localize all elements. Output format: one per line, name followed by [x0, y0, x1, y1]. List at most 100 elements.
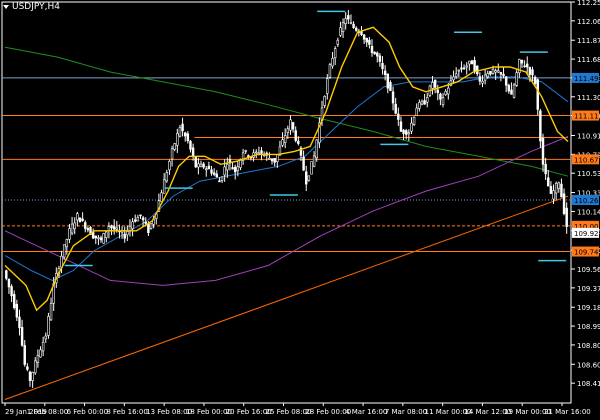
candle-body: [441, 97, 445, 105]
candle-body: [512, 84, 516, 98]
candle-body: [136, 217, 140, 222]
level-price-label: 110.260: [574, 197, 600, 205]
candle-body: [39, 349, 42, 358]
candle-body: [315, 139, 318, 159]
candle-body: [233, 166, 237, 173]
candle-body: [397, 113, 400, 120]
current-price-label: 109.929: [574, 230, 600, 238]
candle-body: [162, 179, 166, 194]
candle-body: [394, 103, 397, 114]
x-tick-label: 21 Mar 16:00: [544, 408, 591, 416]
y-tick-label: 112.255: [577, 0, 600, 7]
y-tick-label: 110.530: [577, 170, 600, 178]
candle-body: [202, 163, 205, 168]
candle-body: [539, 110, 542, 142]
y-tick-label: 111.680: [577, 56, 600, 64]
candle-body: [273, 158, 276, 163]
candle-body: [23, 345, 26, 365]
candle-body: [386, 73, 390, 89]
y-tick-label: 112.065: [577, 18, 600, 26]
candle-body: [15, 303, 19, 318]
candle-body: [255, 151, 258, 154]
candle-body: [199, 163, 203, 167]
candle-body: [420, 100, 424, 105]
candle-body: [126, 231, 129, 236]
symbol-title[interactable]: USDJPY,H4: [3, 2, 60, 12]
candle-body: [68, 228, 71, 240]
candle-body: [483, 74, 487, 81]
candle-body: [439, 93, 442, 100]
ma-fast-line: [4, 26, 569, 312]
chart-window[interactable]: 112.255 112.065 111.870 111.680 111.490 111.3…: [0, 0, 600, 420]
y-tick-label: 111.870: [577, 37, 600, 45]
y-tick-label: 109.180: [577, 304, 600, 312]
candle-body: [105, 231, 108, 238]
candle-body: [281, 139, 284, 146]
candle-body: [333, 48, 337, 59]
y-tick-label: 108.605: [577, 361, 600, 369]
dropdown-triangle-icon[interactable]: [3, 5, 9, 9]
candle-body: [520, 59, 524, 64]
level-price-label: 110.670: [574, 156, 600, 164]
symbol-label: USDJPY,H4: [12, 2, 60, 12]
candle-body: [10, 286, 13, 297]
candle-body: [426, 97, 429, 103]
candle-body: [399, 121, 403, 132]
x-tick-label: 6 Feb 00:00: [67, 408, 108, 416]
candle-body: [462, 67, 466, 70]
candle-body: [215, 173, 219, 178]
candle-body: [131, 221, 134, 229]
candle-body: [415, 107, 418, 116]
candle-body: [378, 55, 382, 62]
candle-body: [407, 132, 411, 135]
trend-line[interactable]: [4, 195, 569, 400]
candle-body: [276, 154, 279, 162]
candle-body: [62, 244, 66, 258]
candle-body: [373, 51, 376, 55]
candle-body: [41, 341, 45, 352]
candle-body: [331, 58, 334, 67]
candle-body: [376, 52, 379, 57]
candle-body: [18, 316, 21, 329]
ma-slow-line: [4, 76, 569, 281]
candle-body: [447, 87, 450, 95]
candle-body: [176, 133, 179, 146]
candle-body: [349, 21, 353, 24]
candle-body: [494, 70, 497, 73]
candle-body: [286, 128, 290, 133]
price-chart[interactable]: 112.255 112.065 111.870 111.680 111.490 111.3…: [0, 0, 600, 420]
candle-body: [365, 37, 368, 43]
candle-body: [197, 163, 200, 168]
candle-body: [468, 60, 471, 65]
candle-body: [78, 217, 82, 223]
candle-body: [454, 73, 458, 77]
candle-body: [47, 316, 50, 336]
candle-body: [444, 91, 447, 95]
candle-body: [94, 235, 97, 239]
candle-body: [310, 161, 313, 175]
candle-body: [478, 76, 482, 82]
candle-body: [410, 122, 413, 132]
candle-body: [557, 182, 561, 189]
candle-body: [289, 119, 292, 131]
candle-body: [186, 133, 190, 142]
candle-body: [383, 70, 387, 76]
candle-body: [452, 76, 455, 81]
candle-body: [491, 68, 495, 74]
candle-body: [102, 233, 105, 244]
candle-body: [170, 148, 174, 160]
level-price-label: 111.111: [574, 113, 600, 121]
candle-body: [504, 76, 508, 86]
candle-body: [431, 82, 434, 89]
candle-body: [86, 228, 90, 231]
candle-body: [502, 73, 505, 76]
x-tick-label: 7 Mar 08:00: [385, 408, 427, 416]
candle-body: [470, 60, 474, 65]
candle-body: [212, 172, 216, 175]
candle-body: [147, 223, 150, 234]
candle-body: [226, 163, 229, 171]
candle-body: [565, 207, 568, 227]
candle-body: [165, 172, 169, 182]
candle-body: [44, 335, 47, 340]
candle-body: [473, 60, 476, 72]
